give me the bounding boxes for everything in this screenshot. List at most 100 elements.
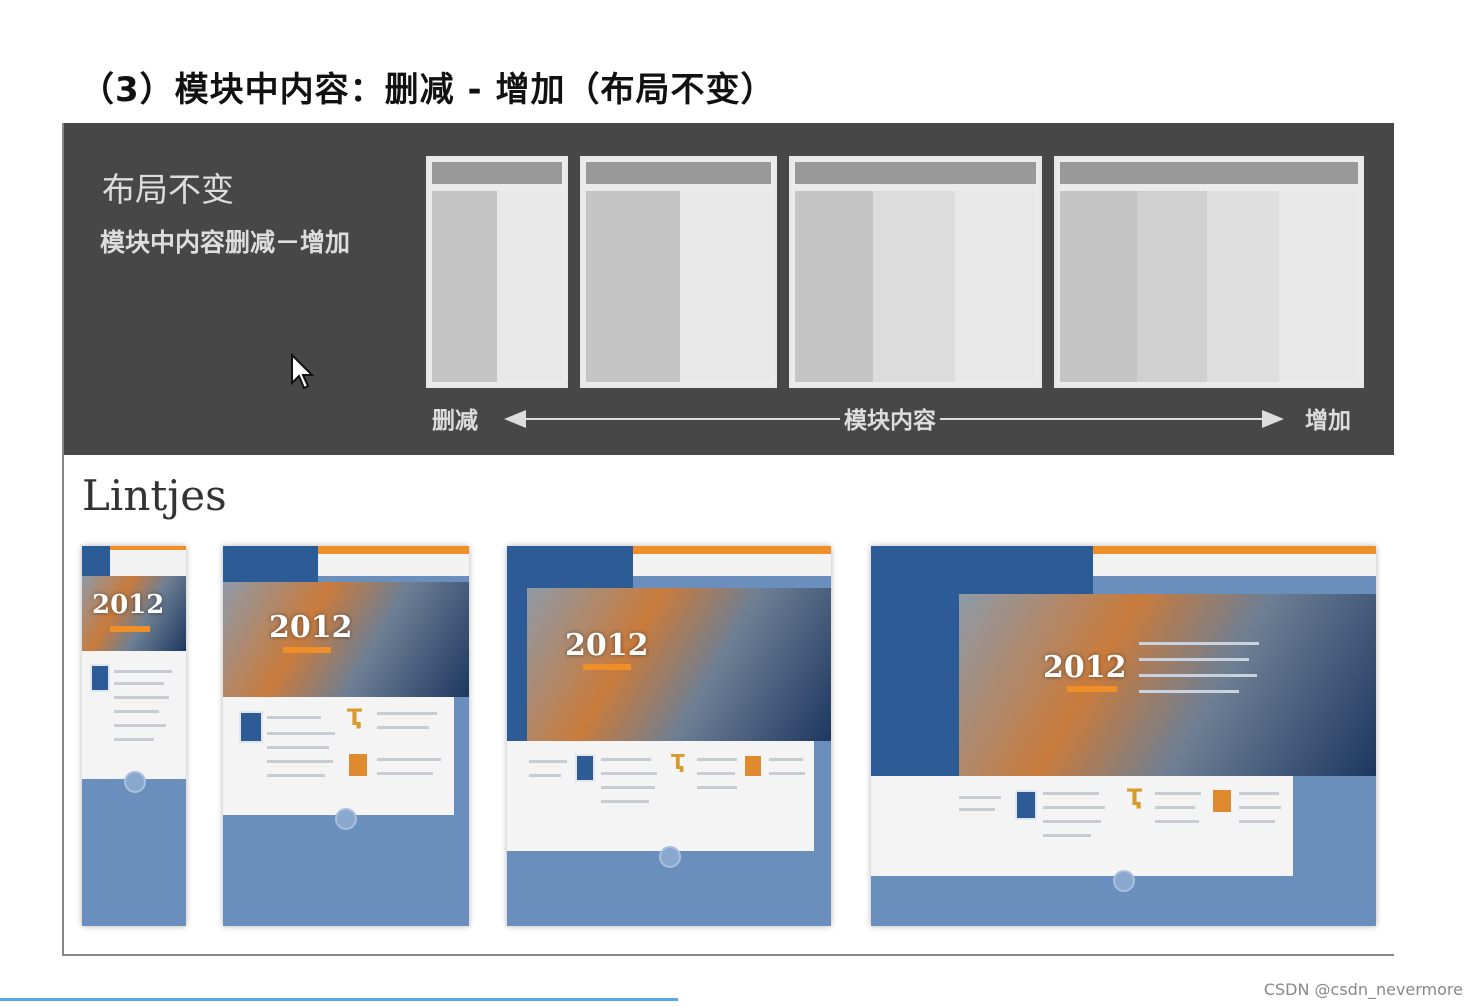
book-icon bbox=[1213, 790, 1231, 812]
site-logo bbox=[82, 546, 110, 576]
diagram-column bbox=[497, 191, 562, 382]
example-screenshot-tablet-small: 2012 Ҭ bbox=[223, 546, 469, 926]
diagram-column bbox=[1279, 191, 1358, 382]
hero-banner bbox=[959, 594, 1376, 776]
slide-title: （3）模块中内容：删减 - 增加（布局不变） bbox=[80, 70, 776, 110]
text-line bbox=[601, 786, 655, 789]
watermark: CSDN @csdn_nevermore bbox=[1263, 980, 1463, 999]
shield-icon bbox=[239, 711, 263, 743]
diagram-header bbox=[586, 162, 771, 184]
text-line bbox=[601, 758, 651, 761]
slide-frame: 布局不变 模块中内容删减－增加 删减 模块内容 增加 Lintjes 2012 … bbox=[62, 123, 1394, 956]
diagram-column bbox=[955, 191, 1036, 382]
diagram-column bbox=[1207, 191, 1279, 382]
shield-icon bbox=[1015, 790, 1037, 820]
footer-circle-icon bbox=[1113, 870, 1135, 892]
site-navbar bbox=[1093, 554, 1376, 576]
text-line bbox=[1043, 820, 1101, 823]
text-line bbox=[1139, 674, 1257, 677]
example-brand-name: Lintjes bbox=[82, 471, 227, 520]
site-navbar bbox=[318, 554, 469, 576]
layout-diagram-panel: 布局不变 模块中内容删减－增加 删减 模块内容 增加 bbox=[64, 123, 1394, 455]
text-line bbox=[1139, 642, 1259, 645]
hero-year: 2012 bbox=[269, 610, 353, 645]
text-line bbox=[267, 760, 333, 763]
text-line bbox=[1139, 690, 1239, 693]
text-line bbox=[377, 758, 441, 761]
text-line bbox=[114, 710, 159, 713]
diagram-column bbox=[1137, 191, 1207, 382]
axis-label-module-content: 模块内容 bbox=[840, 401, 940, 435]
hero-year: 2012 bbox=[1043, 650, 1127, 685]
text-line bbox=[769, 758, 803, 761]
text-line bbox=[114, 682, 164, 685]
text-line bbox=[959, 808, 995, 811]
hero-button bbox=[110, 626, 150, 632]
example-screenshot-mobile: 2012 bbox=[82, 546, 186, 926]
diagram-column bbox=[680, 191, 771, 382]
text-line bbox=[377, 712, 437, 715]
example-screenshot-tablet: 2012 Ҭ bbox=[507, 546, 831, 926]
hero-year: 2012 bbox=[565, 628, 649, 663]
text-line bbox=[1043, 792, 1099, 795]
text-line bbox=[697, 786, 737, 789]
site-topbar bbox=[1093, 546, 1376, 554]
hero-banner bbox=[527, 588, 831, 741]
panel-heading: 布局不变 bbox=[102, 170, 234, 209]
panel-subheading: 模块中内容删减－增加 bbox=[100, 228, 351, 257]
text-line bbox=[114, 696, 169, 699]
arrow-left-icon bbox=[504, 410, 526, 428]
axis-label-increase: 增加 bbox=[1301, 401, 1355, 435]
shield-icon bbox=[90, 664, 110, 692]
site-navbar bbox=[633, 554, 831, 576]
content-area bbox=[507, 741, 814, 851]
text-line bbox=[697, 758, 737, 761]
site-topbar bbox=[633, 546, 831, 554]
text-line bbox=[1239, 792, 1279, 795]
text-line bbox=[267, 774, 325, 777]
text-line bbox=[267, 732, 335, 735]
diagram-column bbox=[1060, 191, 1137, 382]
arrow-right-icon bbox=[1262, 410, 1284, 428]
shield-icon bbox=[575, 754, 595, 782]
progress-bar bbox=[0, 998, 678, 1001]
book-icon bbox=[745, 756, 761, 776]
text-line bbox=[377, 726, 429, 729]
medal-icon: Ҭ bbox=[347, 706, 363, 731]
text-line bbox=[769, 772, 805, 775]
text-line bbox=[959, 796, 1001, 799]
text-line bbox=[114, 670, 172, 673]
example-screenshot-desktop: 2012 Ҭ bbox=[871, 546, 1376, 926]
diagram-column bbox=[432, 191, 497, 382]
hero-button bbox=[283, 647, 331, 653]
diagram-header bbox=[1060, 162, 1358, 184]
text-line bbox=[697, 772, 735, 775]
footer-circle-icon bbox=[335, 808, 357, 830]
text-line bbox=[1239, 806, 1281, 809]
book-icon bbox=[349, 754, 367, 776]
layout-diagram-2 bbox=[580, 156, 777, 388]
text-line bbox=[114, 738, 154, 741]
text-line bbox=[1239, 820, 1275, 823]
text-line bbox=[267, 716, 321, 719]
text-line bbox=[529, 760, 567, 763]
diagram-column bbox=[873, 191, 955, 382]
medal-icon: Ҭ bbox=[1127, 786, 1143, 811]
site-topbar bbox=[318, 546, 469, 554]
diagram-header bbox=[432, 162, 562, 184]
text-line bbox=[1139, 658, 1249, 661]
axis-label-decrease: 删减 bbox=[428, 401, 482, 435]
mouse-cursor-icon bbox=[291, 353, 315, 390]
hero-year: 2012 bbox=[92, 590, 165, 620]
footer-circle-icon bbox=[124, 771, 146, 793]
text-line bbox=[1043, 806, 1105, 809]
hero-button bbox=[583, 664, 631, 670]
text-line bbox=[529, 774, 561, 777]
diagram-header bbox=[795, 162, 1036, 184]
text-line bbox=[114, 724, 166, 727]
text-line bbox=[377, 772, 433, 775]
layout-diagram-3 bbox=[789, 156, 1042, 388]
diagram-column bbox=[586, 191, 680, 382]
text-line bbox=[601, 800, 649, 803]
medal-icon: Ҭ bbox=[671, 750, 685, 774]
